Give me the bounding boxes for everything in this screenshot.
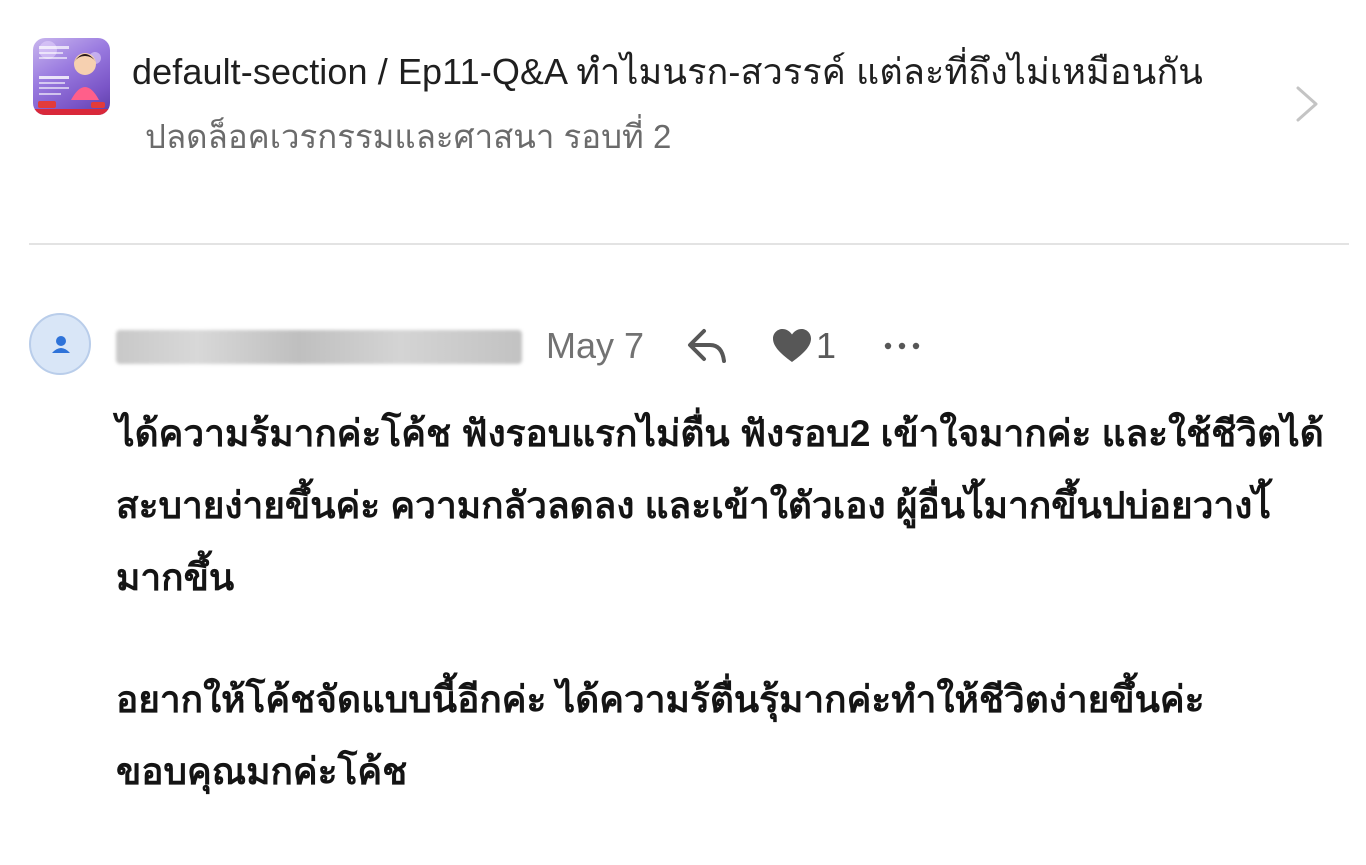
reply-arrow-icon: [688, 329, 726, 363]
episode-cover-image-icon: [33, 41, 110, 115]
like-count: 1: [816, 325, 837, 366]
episode-link[interactable]: default-section / Ep11-Q&A ทำไมนรก-สวรรค…: [0, 0, 1366, 210]
comment-body: ได้ความร้มากค่ะโค้ช ฟังรอบแรกไม่ตื่น ฟัง…: [116, 398, 1326, 808]
chevron-right-icon[interactable]: [1290, 82, 1324, 126]
more-options-button[interactable]: [880, 330, 924, 360]
avatar[interactable]: [29, 313, 91, 375]
episode-thumbnail: [33, 38, 110, 115]
comment-paragraph: อยากให้โค้ชจัดแบบนี้อีกค่ะ ได้ความร้ตื่น…: [116, 679, 1205, 792]
user-avatar-icon: [52, 336, 70, 353]
reply-button[interactable]: [684, 325, 730, 367]
comment-date: May 7: [546, 325, 645, 366]
section-divider: [29, 243, 1349, 245]
heart-icon: [773, 329, 811, 362]
comment-author-name[interactable]: [116, 330, 522, 364]
episode-subtitle: ปลดล็อคเวรกรรมและศาสนา รอบที่ 2: [145, 118, 672, 155]
comment-paragraph: ได้ความร้มากค่ะโค้ช ฟังรอบแรกไม่ตื่น ฟัง…: [116, 413, 1324, 598]
episode-title[interactable]: default-section / Ep11-Q&A ทำไมนรก-สวรรค…: [132, 49, 1203, 95]
more-horizontal-icon: [884, 342, 920, 350]
